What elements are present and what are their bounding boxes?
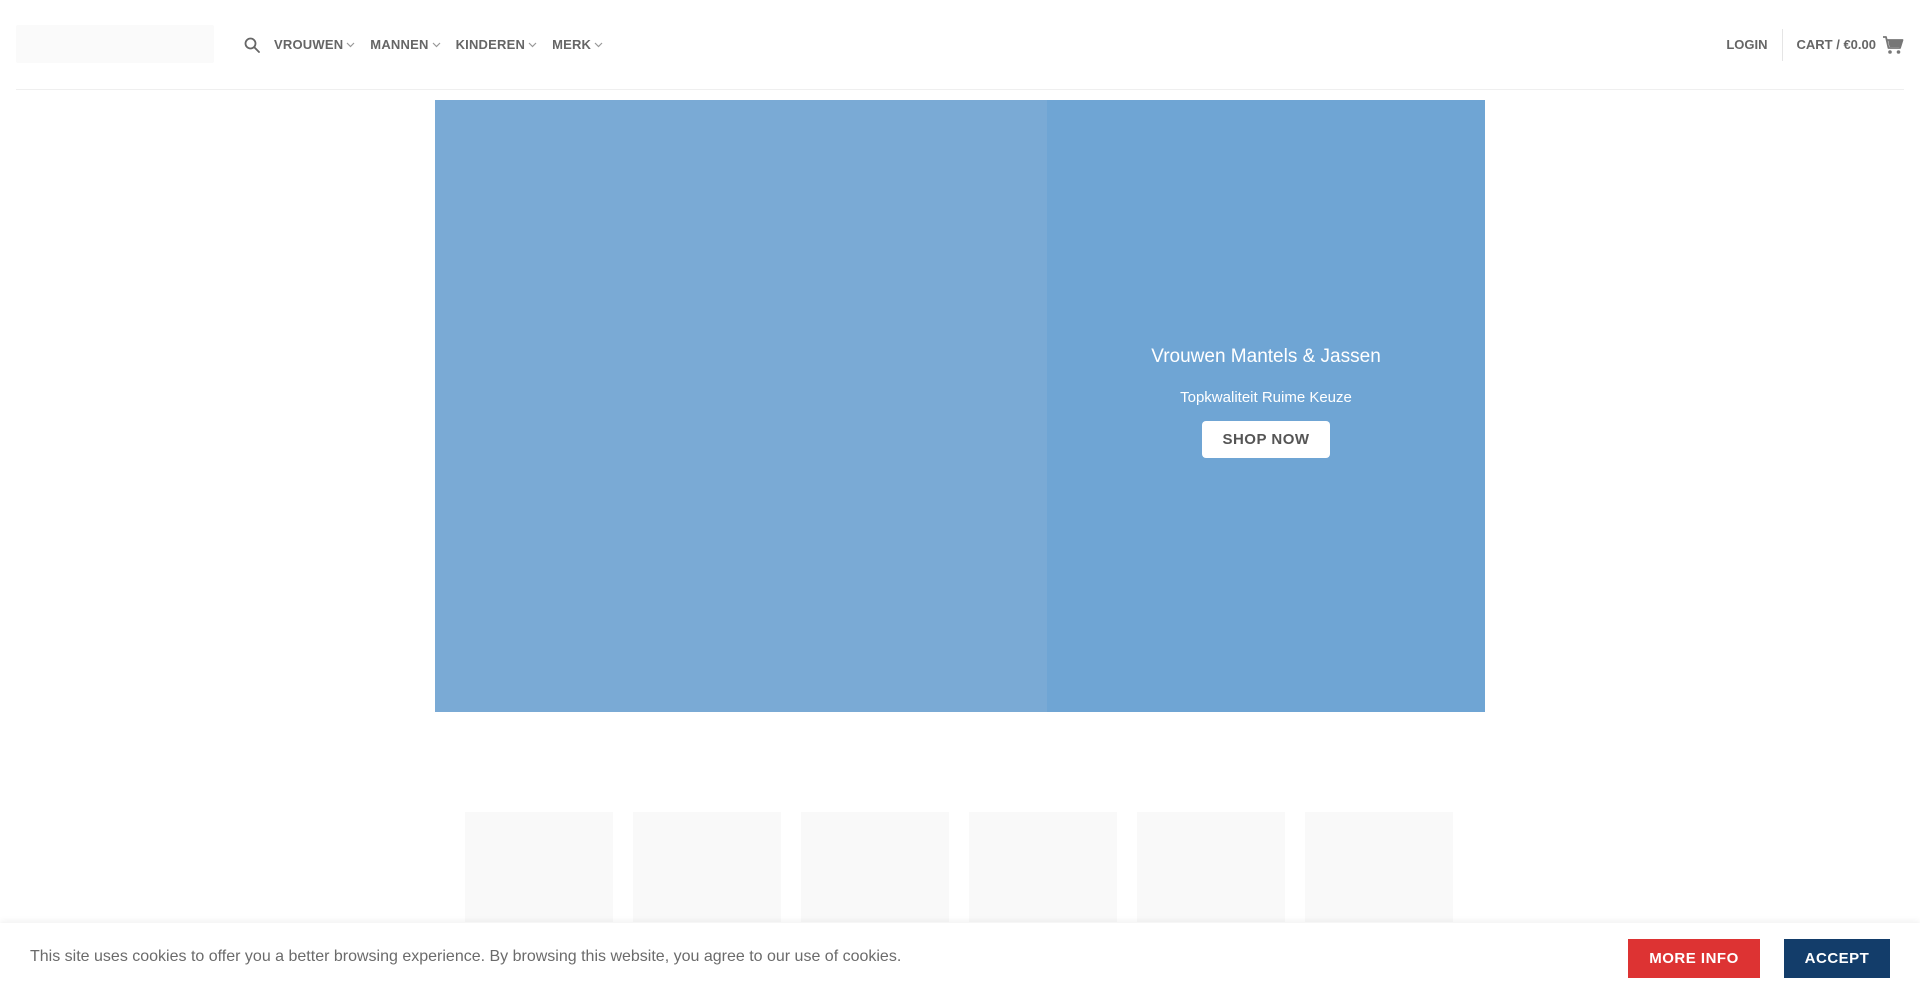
hero-subtitle: Topkwaliteit Ruime Keuze (1180, 389, 1352, 406)
category-tile[interactable] (465, 812, 613, 922)
accept-button[interactable]: ACCEPT (1784, 939, 1890, 978)
nav-label: MANNEN (370, 37, 429, 52)
account-nav: LOGIN CART / €0.00 (1726, 0, 1904, 89)
category-tiles (465, 812, 1473, 922)
header-divider (16, 89, 1904, 90)
more-info-button[interactable]: MORE INFO (1628, 939, 1760, 978)
nav-item-kinderen[interactable]: KINDEREN (456, 37, 538, 52)
hero-title: Vrouwen Mantels & Jassen (1151, 346, 1381, 367)
search-icon[interactable] (244, 36, 262, 54)
category-tile[interactable] (1305, 812, 1453, 922)
nav-label: KINDEREN (455, 37, 526, 52)
hero-content: Vrouwen Mantels & Jassen Topkwaliteit Ru… (1047, 100, 1485, 712)
nav-label: MERK (552, 37, 592, 52)
shop-now-button[interactable]: SHOP NOW (1202, 421, 1330, 458)
login-link[interactable]: LOGIN (1726, 28, 1783, 61)
site-header: VROUWEN MANNEN KINDEREN MERK LOGIN CART … (0, 0, 1920, 89)
category-tile[interactable] (633, 812, 781, 922)
chevron-down-icon (528, 40, 537, 49)
chevron-down-icon (432, 40, 441, 49)
cart-link[interactable]: CART / €0.00 (1783, 35, 1904, 55)
cart-label: CART / €0.00 (1796, 37, 1876, 52)
cookie-bar: This site uses cookies to offer you a be… (0, 923, 1920, 993)
category-tile[interactable] (969, 812, 1117, 922)
chevron-down-icon (594, 40, 603, 49)
category-tile[interactable] (1137, 812, 1285, 922)
cart-icon (1882, 35, 1904, 55)
hero-image (435, 100, 1047, 712)
hero-banner: Vrouwen Mantels & Jassen Topkwaliteit Ru… (435, 100, 1485, 712)
nav-item-mannen[interactable]: MANNEN (370, 37, 440, 52)
nav-item-vrouwen[interactable]: VROUWEN (274, 37, 355, 52)
main-nav: VROUWEN MANNEN KINDEREN MERK (244, 0, 618, 89)
chevron-down-icon (346, 40, 355, 49)
nav-label: VROUWEN (274, 37, 344, 52)
category-tile[interactable] (801, 812, 949, 922)
nav-item-merk[interactable]: MERK (552, 37, 603, 52)
site-logo[interactable] (16, 25, 214, 63)
cookie-message: This site uses cookies to offer you a be… (30, 948, 902, 965)
